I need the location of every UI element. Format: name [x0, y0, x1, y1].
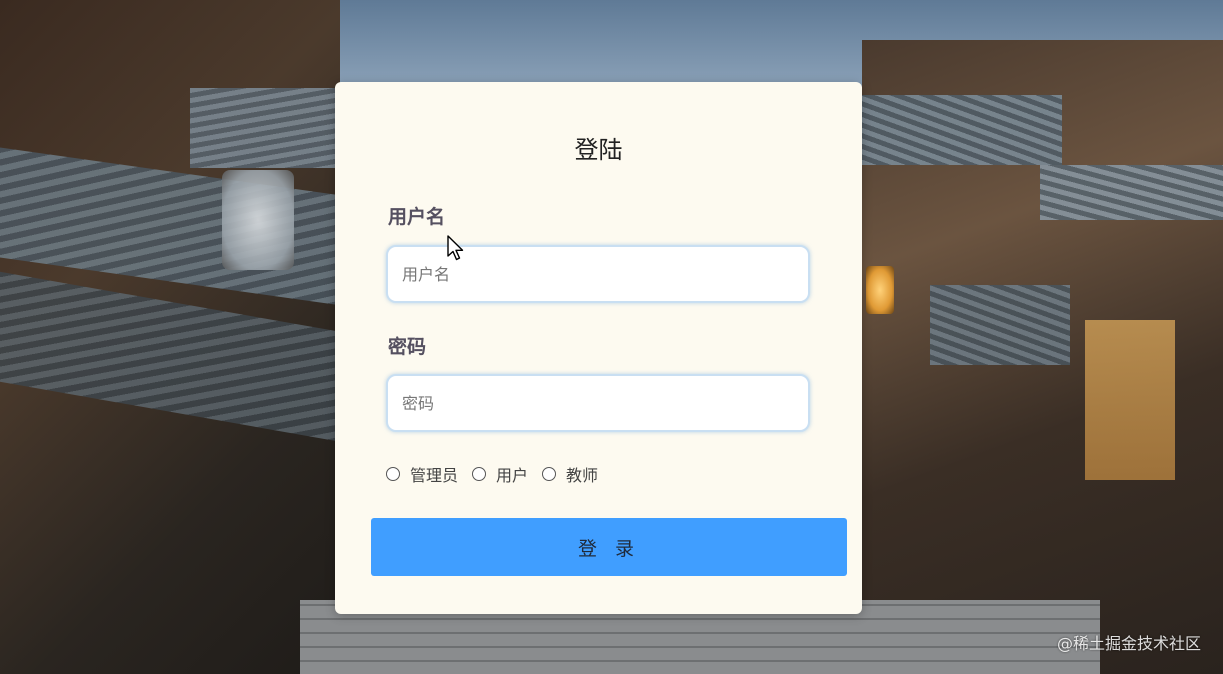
login-title: 登陆 — [574, 136, 623, 164]
background-lantern — [866, 266, 894, 314]
background-roof — [1040, 165, 1223, 220]
role-radio-group: 管理员 用户 教师 — [386, 462, 612, 486]
role-option-admin[interactable]: 管理员 — [386, 462, 458, 486]
role-label-admin: 管理员 — [410, 466, 459, 485]
login-button[interactable]: 登 录 — [371, 518, 847, 576]
radio-unchecked-icon[interactable] — [542, 467, 557, 481]
background-roof — [930, 285, 1070, 365]
radio-unchecked-icon[interactable] — [472, 467, 487, 481]
role-option-user[interactable]: 用户 — [472, 462, 528, 486]
role-label-user: 用户 — [496, 466, 529, 485]
background-scene: 登陆 用户名 密码 管理员 用户 教师 登 录 @稀土掘金技术社区 — [0, 0, 1223, 674]
password-label: 密码 — [388, 336, 427, 358]
watermark-text: @稀土掘金技术社区 — [1056, 634, 1201, 653]
mouse-pointer-icon — [447, 235, 464, 261]
background-wall — [1085, 320, 1175, 480]
username-label: 用户名 — [388, 206, 446, 228]
radio-unchecked-icon[interactable] — [386, 467, 400, 481]
background-lantern — [222, 170, 294, 270]
role-label-teacher: 教师 — [566, 466, 599, 485]
background-roof — [190, 88, 340, 168]
role-option-teacher[interactable]: 教师 — [542, 462, 598, 486]
password-input[interactable] — [386, 374, 810, 432]
login-card: 登陆 用户名 密码 管理员 用户 教师 登 录 — [335, 82, 862, 614]
background-roof — [862, 95, 1062, 165]
